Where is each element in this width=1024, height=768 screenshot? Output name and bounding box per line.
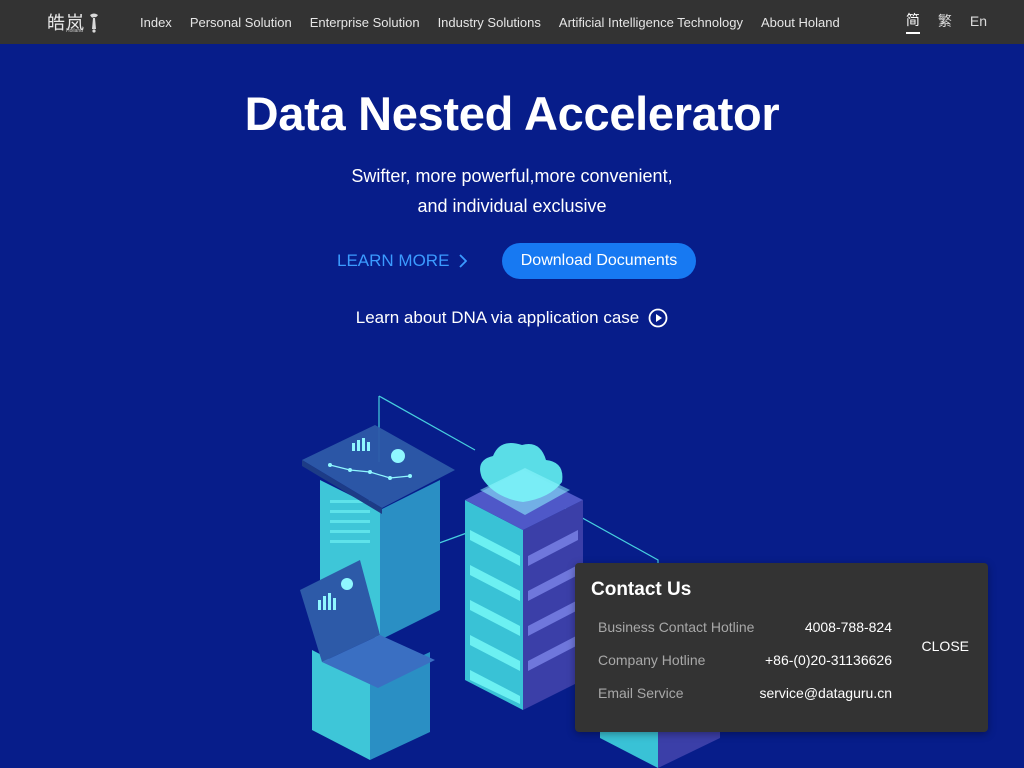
logo-subtext: Hoiland <box>66 28 83 34</box>
contact-title: Contact Us <box>591 579 692 600</box>
chevron-right-icon <box>459 254 468 268</box>
lang-simplified[interactable]: 简 <box>905 10 920 34</box>
contact-label: Business Contact Hotline <box>598 619 755 635</box>
nav-links: Index Personal Solution Enterprise Solut… <box>140 0 858 44</box>
nav-link-ai-technology[interactable]: Artificial Intelligence Technology <box>559 15 743 30</box>
contact-label: Email Service <box>598 685 684 701</box>
hero-subtitle: Swifter, more powerful,more convenient, … <box>0 161 1024 221</box>
contact-row-email: Email Service service@dataguru.cn <box>598 685 892 701</box>
application-case-label: Learn about DNA via application case <box>355 308 640 327</box>
lang-english[interactable]: En <box>970 13 987 31</box>
hero-subtitle-line1: Swifter, more powerful,more convenient, <box>351 166 673 186</box>
contact-close-button[interactable]: CLOSE <box>922 638 969 654</box>
nav-link-personal-solution[interactable]: Personal Solution <box>190 15 292 30</box>
center-server-tower <box>465 443 583 710</box>
contact-panel: Contact Us Business Contact Hotline 4008… <box>575 563 988 732</box>
application-case-link[interactable]: Learn about DNA via application case <box>0 308 1024 328</box>
nav-link-index[interactable]: Index <box>140 15 172 30</box>
contact-value[interactable]: service@dataguru.cn <box>759 685 892 701</box>
learn-more-button[interactable]: LEARN MORE <box>337 247 468 275</box>
nav-link-industry-solutions[interactable]: Industry Solutions <box>438 15 541 30</box>
top-nav: 皓岚 Hoiland Index Personal Solution Enter… <box>0 0 1024 44</box>
language-switcher: 简 繁 En <box>905 0 987 44</box>
contact-label: Company Hotline <box>598 652 706 668</box>
nav-link-enterprise-solution[interactable]: Enterprise Solution <box>310 15 420 30</box>
play-circle-icon <box>648 308 668 328</box>
contact-row-company-hotline: Company Hotline +86-(0)20-31136626 <box>598 652 892 668</box>
hero-subtitle-line2: and individual exclusive <box>417 196 607 216</box>
lang-traditional[interactable]: 繁 <box>938 11 952 33</box>
contact-value[interactable]: +86-(0)20-31136626 <box>765 652 892 668</box>
logo-mark-icon <box>90 13 98 33</box>
nav-link-about[interactable]: About Holand <box>761 15 840 30</box>
download-documents-button[interactable]: Download Documents <box>502 243 696 279</box>
hero-title: Data Nested Accelerator <box>244 87 780 140</box>
contact-row-business-hotline: Business Contact Hotline 4008-788-824 <box>598 619 892 635</box>
learn-more-label: LEARN MORE <box>337 251 450 270</box>
contact-value[interactable]: 4008-788-824 <box>805 619 892 635</box>
logo[interactable]: 皓岚 Hoiland <box>47 9 100 35</box>
